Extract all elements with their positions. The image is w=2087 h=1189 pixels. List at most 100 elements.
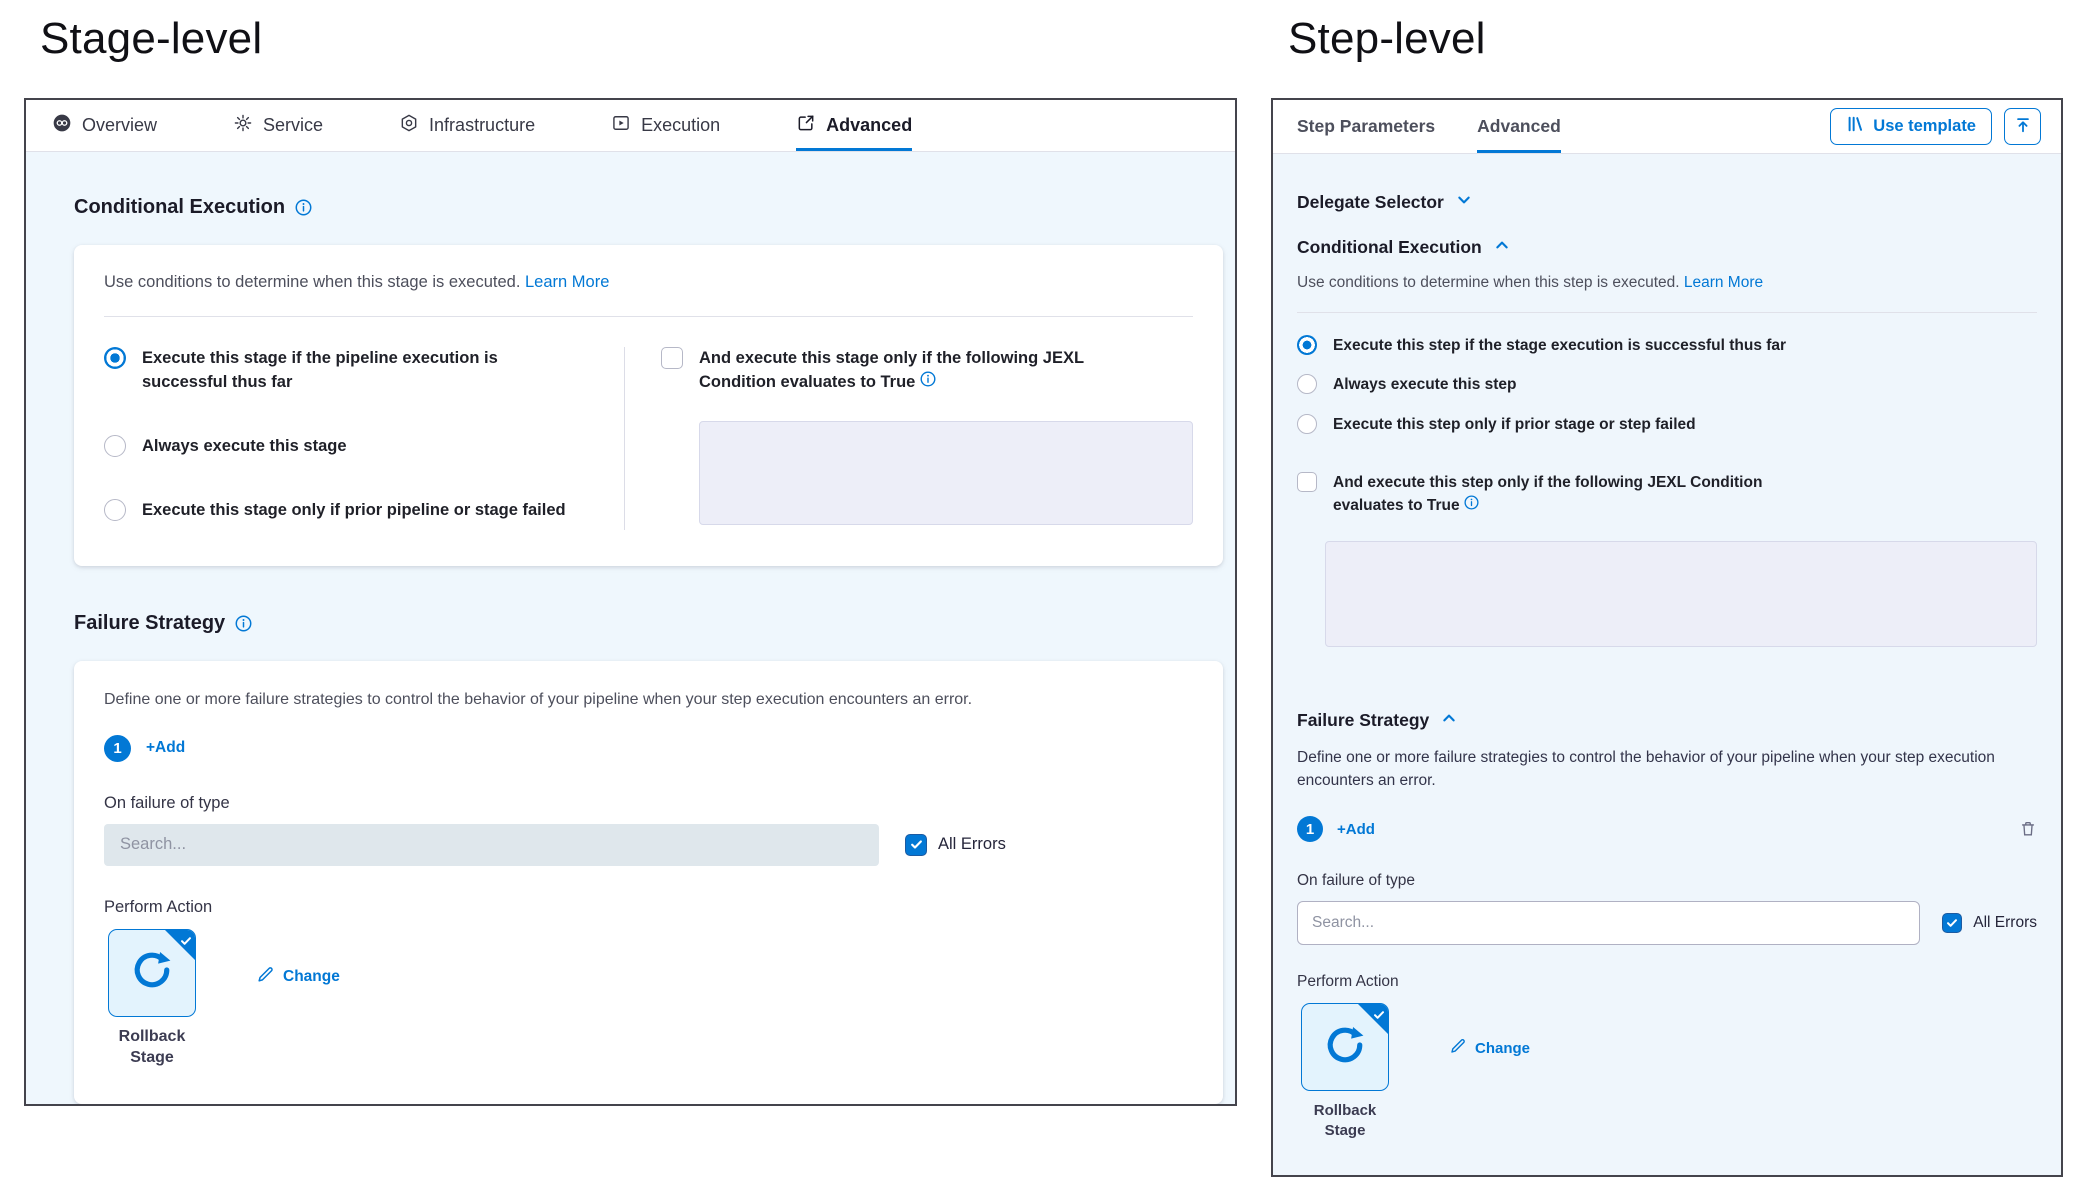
conditional-execution-label: Conditional Execution: [1297, 237, 1482, 258]
overview-icon: [52, 113, 72, 138]
divider: [104, 316, 1193, 317]
rollback-stage-tile[interactable]: [108, 929, 196, 1017]
tab-overview-label: Overview: [82, 115, 157, 136]
tab-infrastructure[interactable]: Infrastructure: [399, 100, 535, 151]
all-errors-label: All Errors: [938, 835, 1006, 854]
radio-option-always[interactable]: Always execute this stage: [104, 435, 624, 459]
radio-selected-icon: [104, 347, 126, 369]
stage-radio-group: Execute this stage if the pipeline execu…: [104, 347, 624, 530]
tab-execution-label: Execution: [641, 115, 720, 136]
radio-option-successful[interactable]: Execute this stage if the pipeline execu…: [104, 347, 624, 395]
tab-service-label: Service: [263, 115, 323, 136]
conditional-execution-description: Use conditions to determine when this st…: [104, 273, 520, 291]
on-failure-of-type-label: On failure of type: [104, 794, 1193, 813]
jexl-condition-input[interactable]: [1325, 541, 2037, 647]
rollback-stage-tile[interactable]: [1301, 1003, 1389, 1091]
checkbox-icon: [1297, 472, 1317, 492]
stage-level-title: Stage-level: [40, 14, 262, 64]
strategy-badge[interactable]: 1: [104, 735, 131, 762]
tab-infrastructure-label: Infrastructure: [429, 115, 535, 136]
rollback-stage-caption: Rollback Stage: [1297, 1101, 1393, 1140]
failure-strategy-heading-label: Failure Strategy: [74, 612, 225, 635]
check-icon: [1373, 1008, 1385, 1026]
gear-icon: [233, 113, 253, 138]
tab-execution[interactable]: Execution: [611, 100, 720, 151]
failure-strategy-label: Failure Strategy: [1297, 710, 1429, 731]
learn-more-link[interactable]: Learn More: [525, 273, 609, 291]
stage-advanced-panel: Overview Service Infrastructure Executio…: [24, 98, 1237, 1106]
failure-strategy-description: Define one or more failure strategies to…: [1297, 747, 1997, 792]
use-template-button[interactable]: Use template: [1830, 108, 1992, 145]
radio-option-prior-failed[interactable]: Execute this step only if prior stage or…: [1297, 414, 2037, 436]
failure-strategy-heading: Failure Strategy: [74, 612, 1235, 635]
info-icon[interactable]: [295, 199, 312, 216]
delegate-selector-label: Delegate Selector: [1297, 192, 1444, 213]
all-errors-checkbox-row[interactable]: All Errors: [1942, 913, 2037, 933]
pencil-icon: [1449, 1037, 1467, 1059]
jexl-condition-checkbox-row[interactable]: And execute this stage only if the follo…: [661, 347, 1193, 395]
conditional-execution-heading: Conditional Execution: [74, 196, 1235, 219]
check-icon: [180, 934, 192, 952]
execution-icon: [611, 113, 631, 138]
tab-advanced-label: Advanced: [826, 115, 912, 136]
tab-advanced-label: Advanced: [1477, 116, 1561, 137]
jexl-condition-input[interactable]: [699, 421, 1193, 525]
delegate-selector-toggle[interactable]: Delegate Selector: [1297, 192, 2037, 213]
conditional-execution-card: Use conditions to determine when this st…: [74, 245, 1223, 566]
conditional-execution-toggle[interactable]: Conditional Execution: [1297, 237, 2037, 258]
checkbox-icon: [661, 347, 683, 369]
stage-tabbar: Overview Service Infrastructure Executio…: [26, 100, 1235, 152]
change-label: Change: [1475, 1040, 1530, 1057]
tab-advanced[interactable]: Advanced: [796, 100, 912, 151]
change-action-link[interactable]: Change: [1449, 1037, 1530, 1059]
delete-strategy-icon[interactable]: [2019, 820, 2037, 838]
add-strategy-button[interactable]: +Add: [146, 739, 185, 757]
conditional-execution-heading-label: Conditional Execution: [74, 196, 285, 219]
save-as-template-button[interactable]: [2004, 108, 2041, 145]
perform-action-label: Perform Action: [104, 898, 1193, 917]
failure-strategy-toggle[interactable]: Failure Strategy: [1297, 710, 2037, 731]
all-errors-label: All Errors: [1973, 914, 2037, 932]
radio-icon: [104, 435, 126, 457]
all-errors-checkbox-row[interactable]: All Errors: [905, 834, 1006, 856]
learn-more-link[interactable]: Learn More: [1684, 274, 1763, 291]
tab-service[interactable]: Service: [233, 100, 323, 151]
radio-icon: [104, 499, 126, 521]
tab-step-parameters[interactable]: Step Parameters: [1297, 100, 1435, 153]
tab-advanced[interactable]: Advanced: [1477, 100, 1561, 153]
change-action-link[interactable]: Change: [256, 965, 340, 989]
failure-strategy-description: Define one or more failure strategies to…: [104, 691, 1193, 709]
advanced-icon: [796, 113, 816, 138]
divider: [1297, 312, 2037, 313]
checkbox-checked-icon: [905, 834, 927, 856]
info-icon[interactable]: [1464, 495, 1479, 510]
failure-type-search-input[interactable]: [104, 824, 879, 866]
use-template-label: Use template: [1873, 117, 1976, 136]
chevron-down-icon: [1456, 192, 1472, 213]
perform-action-label: Perform Action: [1297, 973, 2037, 991]
template-library-icon: [1846, 115, 1864, 138]
radio-option-successful[interactable]: Execute this step if the stage execution…: [1297, 335, 2037, 357]
info-icon[interactable]: [920, 371, 936, 387]
add-strategy-button[interactable]: +Add: [1337, 821, 1375, 838]
info-icon[interactable]: [235, 615, 252, 632]
tab-overview[interactable]: Overview: [52, 100, 157, 151]
change-label: Change: [283, 968, 340, 986]
radio-icon: [1297, 414, 1317, 434]
failure-strategy-card: Define one or more failure strategies to…: [74, 661, 1223, 1105]
conditional-execution-description: Use conditions to determine when this st…: [1297, 274, 1680, 291]
strategy-badge[interactable]: 1: [1297, 816, 1323, 842]
upload-icon: [2014, 116, 2032, 137]
jexl-condition-checkbox-row[interactable]: And execute this step only if the follow…: [1297, 472, 2037, 517]
rollback-stage-caption: Rollback Stage: [104, 1027, 200, 1069]
radio-option-prior-failed[interactable]: Execute this stage only if prior pipelin…: [104, 499, 624, 523]
radio-option-always[interactable]: Always execute this step: [1297, 374, 2037, 396]
infrastructure-icon: [399, 113, 419, 138]
jexl-condition-label: And execute this stage only if the follo…: [699, 349, 1084, 391]
checkbox-checked-icon: [1942, 913, 1962, 933]
step-advanced-panel: Step Parameters Advanced Use template De…: [1271, 98, 2063, 1177]
failure-type-search-input[interactable]: [1297, 901, 1920, 945]
jexl-condition-label: And execute this step only if the follow…: [1333, 474, 1762, 513]
step-radio-group: Execute this step if the stage execution…: [1297, 335, 2037, 436]
radio-icon: [1297, 374, 1317, 394]
